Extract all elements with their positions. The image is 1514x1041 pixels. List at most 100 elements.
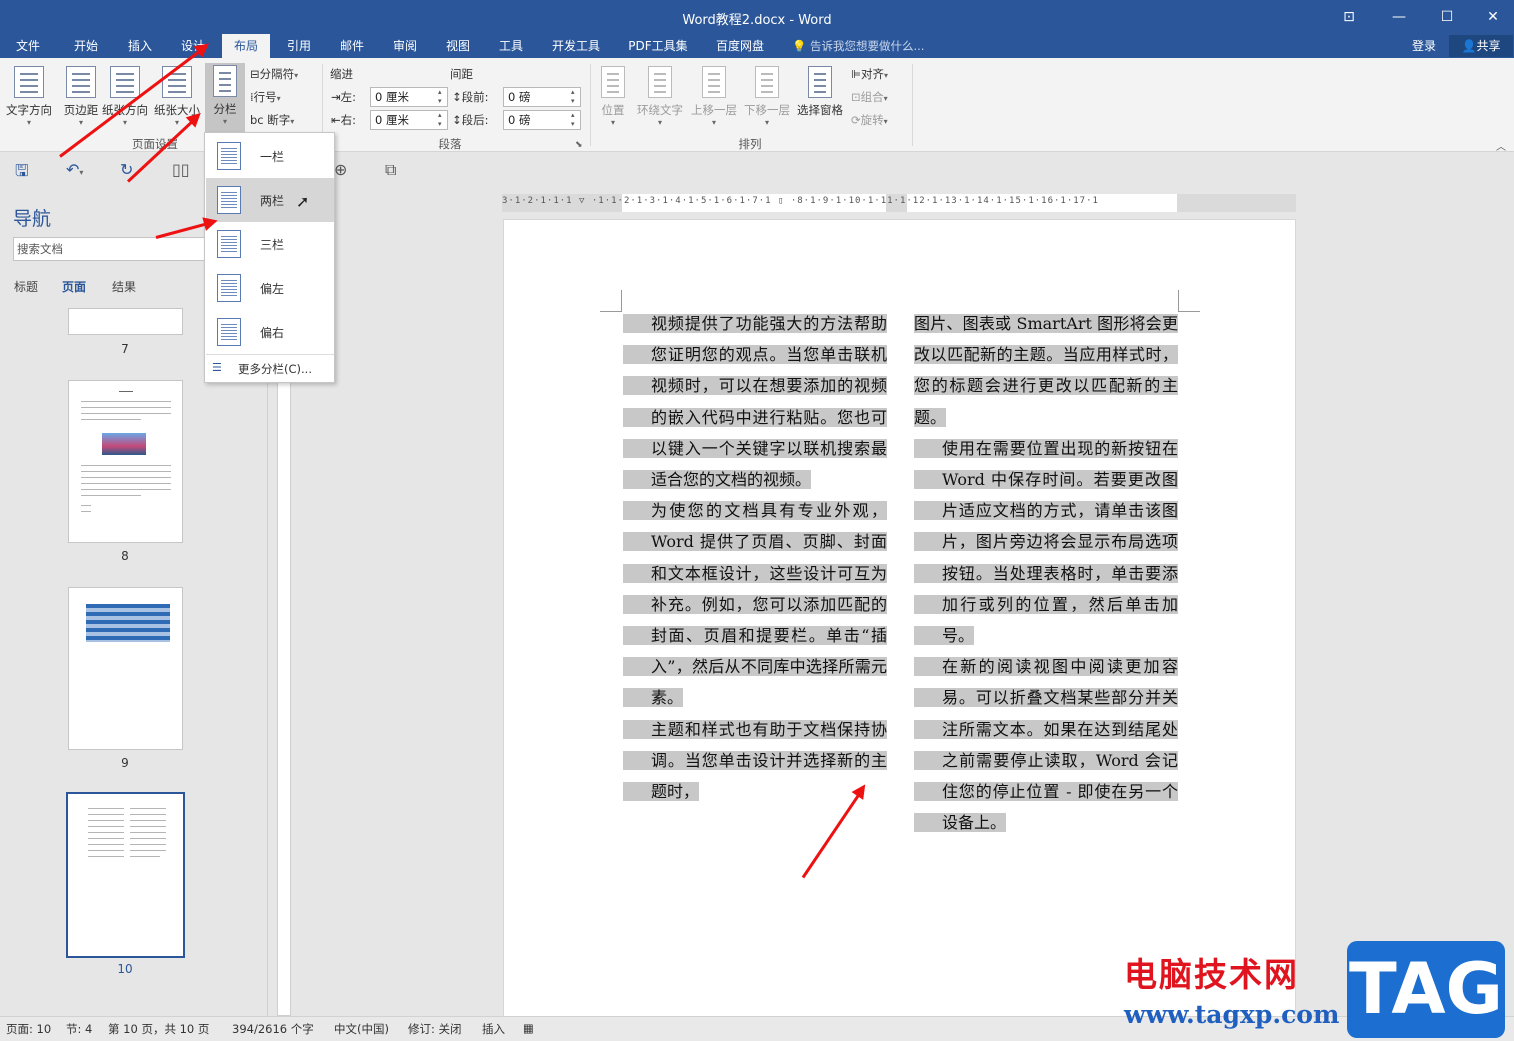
one-column-icon bbox=[217, 142, 241, 170]
paragraph: 在新的阅读视图中阅读更加容易。可以折叠文档某些部分并关注所需文本。如果在达到结尾… bbox=[914, 651, 1178, 838]
breaks-icon: ⊟ bbox=[250, 67, 260, 81]
line-numbers-button[interactable]: ⁞行号▾ bbox=[250, 87, 281, 107]
send-backward-button[interactable]: 下移一层 ▾ bbox=[740, 64, 794, 134]
tab-review[interactable]: 审阅 bbox=[383, 34, 427, 58]
undo-icon[interactable]: ↶▾ bbox=[66, 160, 83, 179]
paragraph: 主题和样式也有助于文档保持协调。当您单击设计并选择新的主题时， bbox=[623, 714, 887, 808]
selection-pane-icon bbox=[808, 66, 832, 98]
indent-right-label: ⇤右: bbox=[331, 113, 357, 127]
align-button[interactable]: ⊫对齐▾ bbox=[851, 64, 888, 84]
mouse-cursor-icon: ➚ bbox=[296, 192, 310, 211]
tab-layout[interactable]: 布局 bbox=[222, 34, 270, 58]
spacing-before-input[interactable]: 0 磅 bbox=[503, 87, 581, 107]
watermark-logo: TAG bbox=[1347, 941, 1505, 1038]
page-thumbnail-9[interactable] bbox=[68, 587, 183, 750]
columns-button[interactable]: 分栏 ▾ bbox=[205, 63, 245, 135]
tab-mailings[interactable]: 邮件 bbox=[330, 34, 374, 58]
text-column-left[interactable]: 视频提供了功能强大的方法帮助您证明您的观点。当您单击联机视频时，可以在想要添加的… bbox=[623, 308, 887, 807]
rotate-button[interactable]: ⟳旋转▾ bbox=[851, 110, 888, 130]
tell-me-search[interactable]: 💡 告诉我您想要做什么... bbox=[792, 34, 924, 58]
page-thumbnail-7[interactable] bbox=[68, 308, 183, 335]
thumbnail-image bbox=[102, 433, 146, 455]
right-column-icon bbox=[217, 318, 241, 346]
paragraph-dialog-launcher-icon[interactable]: ⬊ bbox=[575, 140, 583, 150]
position-icon bbox=[601, 66, 625, 98]
nav-tab-results[interactable]: 结果 bbox=[112, 278, 136, 295]
breaks-button[interactable]: ⊟分隔符▾ bbox=[250, 64, 298, 84]
spacing-after-icon: ↕ bbox=[452, 113, 462, 127]
paragraph: 视频提供了功能强大的方法帮助您证明您的观点。当您单击联机视频时，可以在想要添加的… bbox=[623, 308, 887, 495]
hyphenation-button[interactable]: bc 断字▾ bbox=[250, 110, 294, 130]
screenshot-icon[interactable]: ⧉ bbox=[385, 160, 396, 180]
tab-insert[interactable]: 插入 bbox=[118, 34, 162, 58]
tab-developer[interactable]: 开发工具 bbox=[545, 34, 607, 58]
lightbulb-icon: 💡 bbox=[792, 39, 807, 53]
ribbon-display-options-button[interactable]: ⊡ bbox=[1326, 4, 1372, 30]
status-track-changes[interactable]: 修订: 关闭 bbox=[408, 1021, 462, 1037]
bring-forward-button[interactable]: 上移一层 ▾ bbox=[687, 64, 741, 134]
maximize-button[interactable]: ☐ bbox=[1424, 4, 1470, 30]
spacing-after-input[interactable]: 0 磅 bbox=[503, 110, 581, 130]
collapse-ribbon-icon[interactable]: ︿ bbox=[1496, 138, 1506, 153]
arrange-group-label: 排列 bbox=[738, 137, 762, 151]
macro-record-icon[interactable]: ▦ bbox=[523, 1021, 534, 1035]
columns-icon bbox=[213, 65, 237, 97]
minimize-button[interactable]: — bbox=[1376, 4, 1422, 30]
three-columns-icon bbox=[217, 230, 241, 258]
tab-home[interactable]: 开始 bbox=[64, 34, 108, 58]
crop-mark bbox=[1178, 290, 1200, 312]
columns-right[interactable]: 偏右 bbox=[206, 310, 334, 354]
save-icon[interactable]: 🖫 bbox=[15, 160, 29, 187]
wrap-text-button[interactable]: 环绕文字 ▾ bbox=[633, 64, 687, 134]
tab-file[interactable]: 文件 bbox=[6, 34, 50, 58]
more-columns[interactable]: ☰ 更多分栏(C)... bbox=[206, 354, 334, 380]
paper-size-icon bbox=[162, 66, 192, 98]
tab-tools[interactable]: 工具 bbox=[489, 34, 533, 58]
columns-three[interactable]: 三栏 bbox=[206, 222, 334, 266]
page-number-10: 10 bbox=[117, 962, 133, 976]
horizontal-ruler[interactable]: 3·1·2·1·1·1 ▽ ·1·1·2·1·3·1·4·1·5·1·6·1·7… bbox=[502, 194, 1296, 212]
page-number-8: 8 bbox=[121, 549, 129, 563]
share-button[interactable]: 👤共享 bbox=[1449, 35, 1513, 57]
status-insert-mode[interactable]: 插入 bbox=[482, 1021, 505, 1037]
read-mode-icon[interactable]: ▯▯ bbox=[172, 160, 190, 179]
tab-references[interactable]: 引用 bbox=[277, 34, 321, 58]
indent-left-label: ⇥左: bbox=[331, 90, 357, 104]
status-language[interactable]: 中文(中国) bbox=[334, 1021, 389, 1037]
text-direction-icon bbox=[14, 66, 44, 98]
page-thumbnail-8[interactable] bbox=[68, 380, 183, 543]
indent-right-input[interactable]: 0 厘米 bbox=[370, 110, 448, 130]
group-button[interactable]: ⊡组合▾ bbox=[851, 87, 888, 107]
position-button[interactable]: 位置 ▾ bbox=[594, 64, 632, 134]
status-page[interactable]: 页面: 10 bbox=[6, 1021, 51, 1037]
text-direction-button[interactable]: 文字方向 ▾ bbox=[3, 64, 55, 134]
ribbon-tabs: 文件 开始 插入 设计 布局 引用 邮件 审阅 视图 工具 开发工具 PDF工具… bbox=[0, 34, 1514, 58]
nav-tab-headings[interactable]: 标题 bbox=[14, 278, 38, 295]
columns-one[interactable]: 一栏 bbox=[206, 134, 334, 178]
indent-label: 缩进 bbox=[330, 67, 353, 81]
selection-pane-button[interactable]: 选择窗格 bbox=[793, 64, 847, 134]
page-thumbnail-10[interactable] bbox=[66, 792, 185, 958]
indent-left-input[interactable]: 0 厘米 bbox=[370, 87, 448, 107]
document-page[interactable]: 视频提供了功能强大的方法帮助您证明您的观点。当您单击联机视频时，可以在想要添加的… bbox=[503, 219, 1296, 1019]
columns-left[interactable]: 偏左 bbox=[206, 266, 334, 310]
status-word-count[interactable]: 394/2616 个字 bbox=[232, 1021, 314, 1037]
search-input[interactable]: 搜索文档 bbox=[13, 237, 213, 261]
watermark-brand: 电脑技术网 bbox=[1124, 955, 1299, 994]
spacing-after-label: ↕段后: bbox=[452, 113, 489, 127]
paragraph: 为使您的文档具有专业外观，Word 提供了页眉、页脚、封面和文本框设计，这些设计… bbox=[623, 495, 887, 713]
login-link[interactable]: 登录 bbox=[1412, 34, 1436, 58]
close-button[interactable]: ✕ bbox=[1470, 4, 1514, 30]
status-page-of[interactable]: 第 10 页，共 10 页 bbox=[108, 1021, 209, 1037]
tab-view[interactable]: 视图 bbox=[436, 34, 480, 58]
columns-two[interactable]: 两栏 ➚ bbox=[206, 178, 334, 222]
text-column-right[interactable]: 图片、图表或 SmartArt 图形将会更改以匹配新的主题。当应用样式时，您的标… bbox=[914, 308, 1178, 838]
nav-tab-pages[interactable]: 页面 bbox=[62, 278, 86, 295]
tab-pdf-tools[interactable]: PDF工具集 bbox=[621, 34, 695, 58]
tab-baidu-netdisk[interactable]: 百度网盘 bbox=[708, 34, 772, 58]
status-section[interactable]: 节: 4 bbox=[66, 1021, 92, 1037]
orientation-icon bbox=[110, 66, 140, 98]
attach-icon[interactable]: ⊕ bbox=[334, 160, 347, 179]
spacing-label: 间距 bbox=[450, 67, 473, 81]
two-columns-icon bbox=[217, 186, 241, 214]
